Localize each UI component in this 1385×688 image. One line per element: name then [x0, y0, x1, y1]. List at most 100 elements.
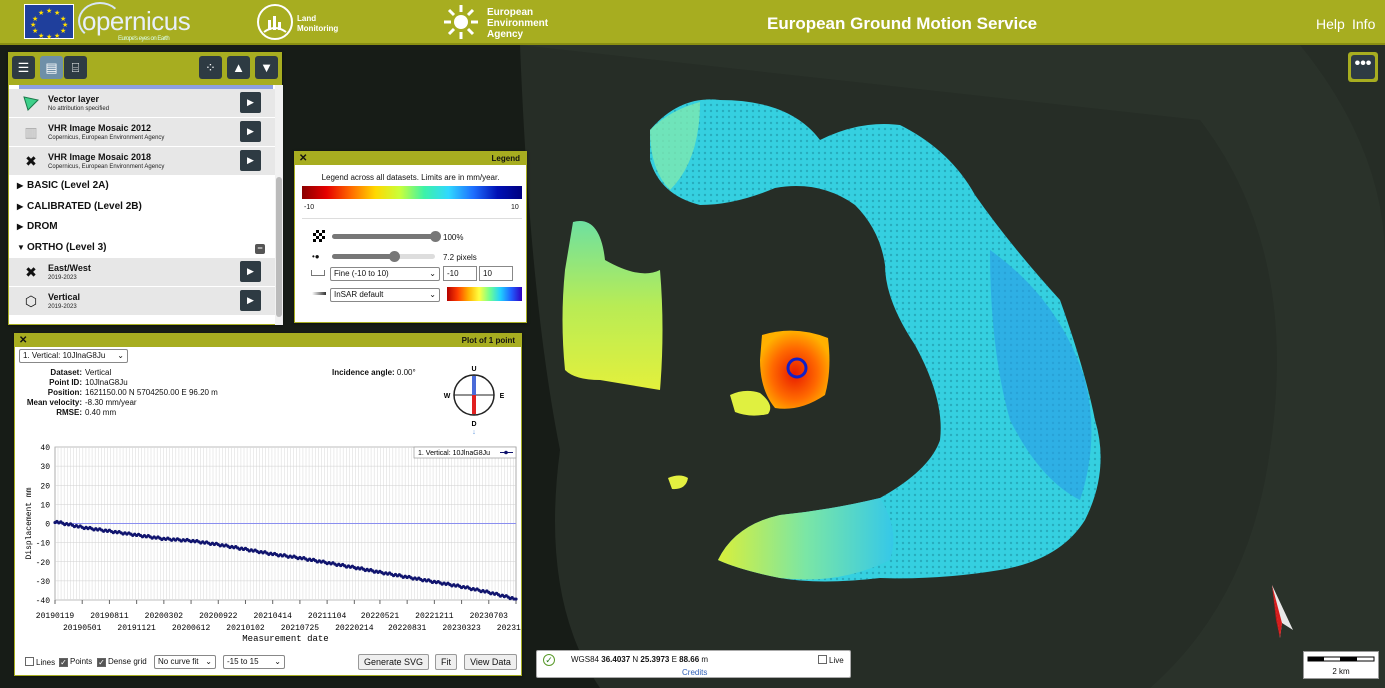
- scrollbar-thumb[interactable]: [276, 177, 282, 317]
- y-tick-label: 0: [45, 521, 50, 530]
- eea-line-1: European: [487, 7, 534, 18]
- live-toggle[interactable]: Live: [818, 655, 844, 665]
- play-icon: ▶: [247, 97, 254, 107]
- lines-toggle[interactable]: Lines: [25, 657, 55, 667]
- points-toggle[interactable]: ✓ Points: [59, 657, 92, 667]
- land-monitoring-logo-icon[interactable]: [257, 4, 293, 40]
- y-tick-label: -20: [36, 559, 51, 568]
- point-size-slider[interactable]: [332, 251, 435, 262]
- generate-svg-button[interactable]: Generate SVG: [358, 654, 429, 670]
- eu-flag-logo[interactable]: ★ ★ ★ ★ ★ ★ ★ ★ ★ ★ ★ ★: [24, 4, 74, 41]
- vector-triangle-icon: [23, 95, 40, 111]
- group-drom[interactable]: ▶ DROM: [9, 217, 275, 238]
- opacity-slider[interactable]: [332, 231, 441, 242]
- lines-checkbox[interactable]: [25, 657, 34, 666]
- layer-play-button[interactable]: ▶: [240, 92, 261, 113]
- chart-legend-swatch-point: [504, 450, 508, 455]
- y-tick-label: -10: [36, 540, 51, 549]
- points-label: Points: [70, 657, 93, 666]
- group-label: CALIBRATED (Level 2B): [27, 200, 142, 212]
- hamburger-icon: ☰: [17, 60, 30, 75]
- scale-label: 2 km: [1332, 667, 1350, 676]
- y-range-select[interactable]: -15 to 15 ⌄: [223, 655, 285, 669]
- opacity-slider-knob[interactable]: [430, 231, 441, 242]
- range-select[interactable]: Fine (-10 to 10) ⌄: [330, 267, 440, 281]
- east-west-arrows-icon: ✖: [25, 264, 37, 280]
- range-ruler-icon: [311, 270, 325, 276]
- eea-sun-logo-icon[interactable]: [443, 4, 479, 40]
- database-cylinder-icon: ⌸: [71, 60, 80, 75]
- point-size-slider-fill: [332, 254, 394, 259]
- group-label: ORTHO (Level 3): [27, 241, 107, 253]
- check-circle-icon[interactable]: ✓: [543, 654, 555, 666]
- info-link[interactable]: Info: [1352, 16, 1375, 32]
- layer-play-button[interactable]: ▶: [240, 261, 261, 282]
- layer-row-vertical[interactable]: ⬡ Vertical 2019-2023 ▶: [9, 287, 275, 316]
- group-label: BASIC (Level 2A): [27, 180, 109, 191]
- datasets-button[interactable]: ⌸: [64, 56, 87, 79]
- eea-line-3: Agency: [487, 29, 524, 40]
- group-calibrated[interactable]: ▶ CALIBRATED (Level 2B): [9, 197, 275, 218]
- layer-row-vhr-2012[interactable]: ▥ VHR Image Mosaic 2012 Copernicus, Euro…: [9, 118, 275, 147]
- colormap-gradient-icon: [312, 292, 326, 295]
- select-points-button[interactable]: ⁘: [199, 56, 222, 79]
- layer-row-vhr-2018[interactable]: ✖ VHR Image Mosaic 2018 Copernicus, Euro…: [9, 147, 275, 176]
- layer-name: Vector layer: [48, 94, 100, 104]
- x-tick-label: 20230323: [442, 624, 481, 633]
- compass-arrow-icon: ↓: [472, 429, 476, 436]
- credits-link[interactable]: Credits: [682, 668, 707, 677]
- live-checkbox[interactable]: [818, 655, 827, 664]
- legend-max-label: 10: [511, 204, 519, 211]
- copernicus-wordmark: opernicus: [82, 6, 191, 36]
- help-link[interactable]: Help: [1316, 16, 1345, 32]
- plot-area[interactable]: U D W E ↓ 40 30 20 10 0 -10 -20 -30 -40 20190119 2…: [15, 334, 521, 675]
- group-basic[interactable]: ▶ BASIC (Level 2A): [9, 176, 275, 197]
- view-data-button[interactable]: View Data: [464, 654, 517, 670]
- chevron-down-icon: ⌄: [429, 269, 436, 278]
- y-tick-label: 30: [40, 463, 50, 472]
- lines-label: Lines: [36, 658, 56, 667]
- curve-fit-select[interactable]: No curve fit ⌄: [154, 655, 216, 669]
- longitude-dir: E: [671, 655, 677, 664]
- layer-name: Vertical: [48, 292, 81, 302]
- more-options-button[interactable]: •••: [1348, 52, 1378, 82]
- group-ortho[interactable]: ▼ ORTHO (Level 3) −: [9, 238, 275, 259]
- layer-row-east-west[interactable]: ✖ East/West 2019-2023 ▶: [9, 258, 275, 287]
- legend-caption: Legend across all datasets. Limits are i…: [321, 173, 500, 182]
- compass-e-label: E: [500, 393, 505, 400]
- upload-button[interactable]: ▲: [227, 56, 250, 79]
- basemap-layers-button[interactable]: ▤: [40, 56, 63, 79]
- layer-name: VHR Image Mosaic 2018: [48, 152, 152, 162]
- point-size-value: 7.2 pixels: [443, 253, 477, 262]
- menu-button[interactable]: ☰: [12, 56, 35, 79]
- layer-attribution: No attribution specified: [48, 106, 110, 112]
- point-size-slider-knob[interactable]: [388, 251, 400, 262]
- plot-panel: ✕ Plot of 1 point 1. Vertical: 10JlnaG8J…: [14, 333, 522, 676]
- range-max-input[interactable]: 10: [479, 266, 513, 281]
- app-title: European Ground Motion Service: [767, 14, 1038, 33]
- copernicus-logo[interactable]: opernicus Europe's eyes on Earth: [82, 6, 191, 42]
- range-min-input[interactable]: -10: [443, 266, 477, 281]
- collapse-minus-icon[interactable]: −: [255, 243, 265, 254]
- layer-attribution: 2019-2023: [48, 275, 77, 281]
- point-size-icon: •●: [312, 252, 320, 261]
- layer-row-vector[interactable]: Vector layer No attribution specified ▶: [9, 89, 275, 118]
- layers-stack-icon: ▤: [45, 60, 58, 75]
- dense-grid-toggle[interactable]: ✓ Dense grid: [97, 657, 147, 667]
- layer-play-button[interactable]: ▶: [240, 150, 261, 171]
- dense-grid-checkbox[interactable]: ✓: [97, 658, 106, 667]
- colormap-select[interactable]: InSAR default ⌄: [330, 288, 440, 302]
- layer-play-button[interactable]: ▶: [240, 290, 261, 311]
- layer-play-button[interactable]: ▶: [240, 121, 261, 142]
- upload-arrow-icon: ▲: [232, 60, 245, 75]
- points-checkbox[interactable]: ✓: [59, 658, 68, 667]
- layer-toolbar: ☰ ▤ ⌸ ⁘ ▲ ▼: [9, 53, 281, 85]
- x-tick-label: 20220831: [388, 624, 427, 633]
- legend-colorbar: [302, 186, 522, 199]
- close-icon[interactable]: ✕: [299, 152, 307, 165]
- fit-button[interactable]: Fit: [435, 654, 457, 670]
- eea-label: European Environment Agency: [487, 7, 548, 40]
- play-icon: ▶: [247, 126, 254, 136]
- download-button[interactable]: ▼: [255, 56, 278, 79]
- layer-scrollbar[interactable]: [275, 85, 283, 325]
